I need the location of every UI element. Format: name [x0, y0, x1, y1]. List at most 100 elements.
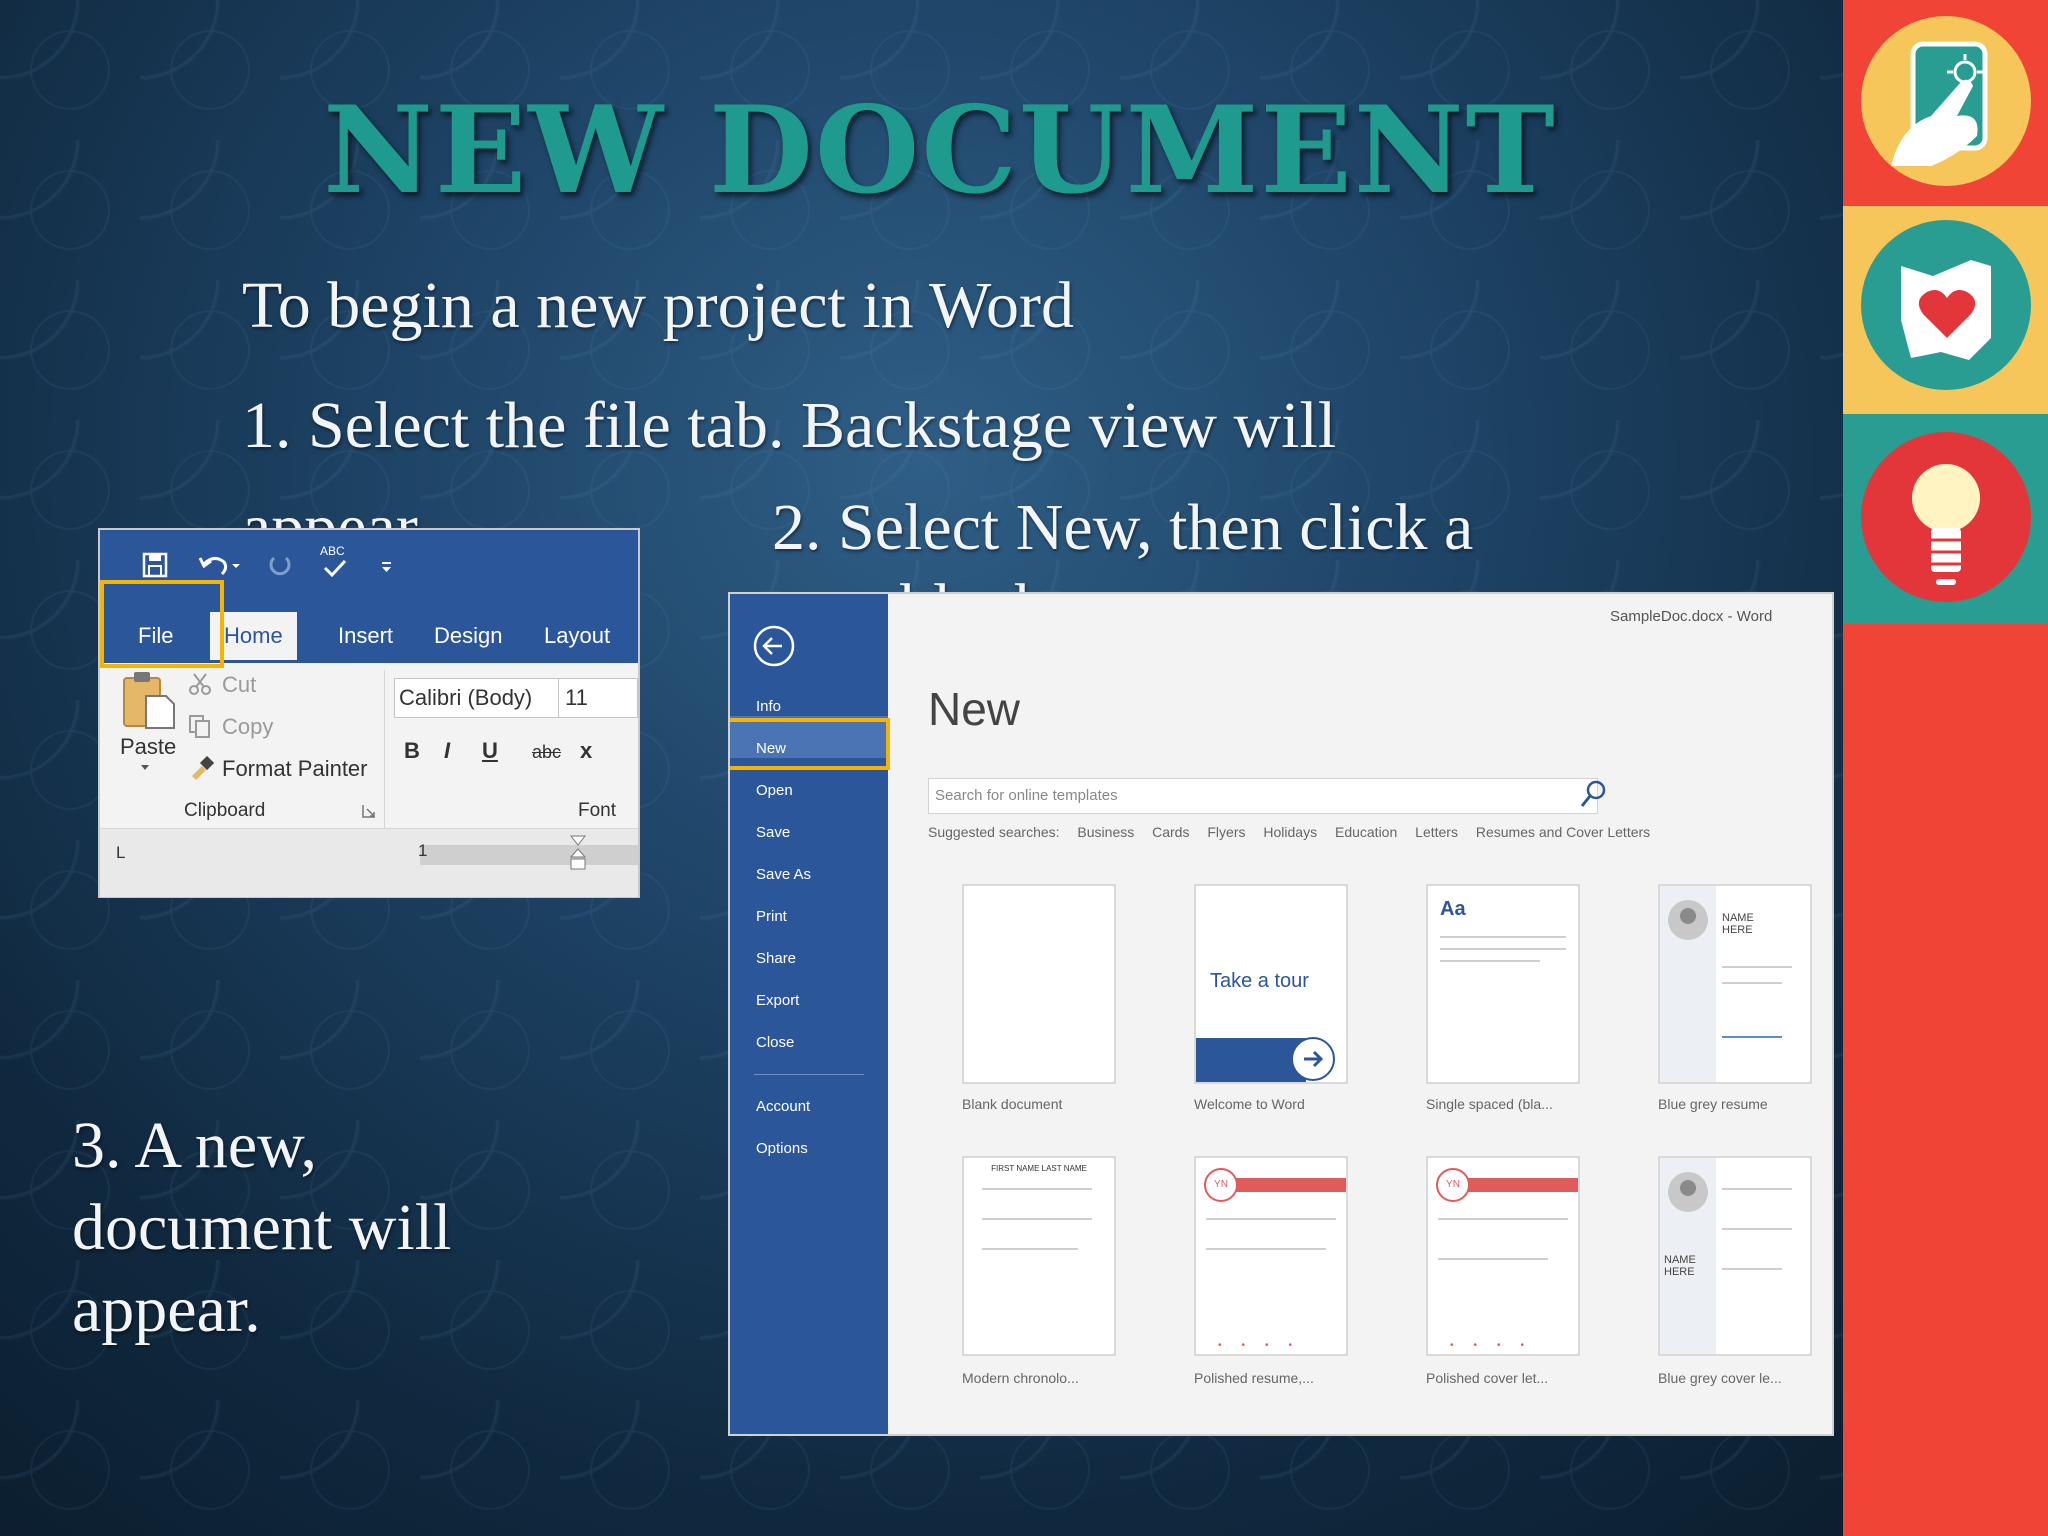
underline-button[interactable]: U: [482, 738, 498, 764]
back-arrow-icon[interactable]: [752, 624, 796, 668]
new-heading: New: [928, 683, 1021, 735]
template-polished-resume[interactable]: YN ••••: [1194, 1156, 1348, 1356]
menu-open[interactable]: Open: [756, 782, 793, 799]
step1-line1: 1. Select the file tab. Backstage view w…: [242, 389, 1337, 462]
avatar-photo: [1668, 900, 1708, 940]
tab-insert[interactable]: Insert: [338, 612, 393, 660]
step3-line3: appear.: [72, 1273, 261, 1346]
suggested-business[interactable]: Business: [1077, 824, 1134, 840]
dialog-launcher-icon[interactable]: [362, 804, 376, 818]
ruler[interactable]: [420, 845, 638, 865]
font-group-label: Font: [578, 800, 617, 821]
menu-info[interactable]: Info: [756, 698, 781, 715]
search-icon[interactable]: [1578, 778, 1610, 810]
suggested-education[interactable]: Education: [1335, 824, 1397, 840]
template-blue-grey-resume[interactable]: NAME HERE: [1658, 884, 1812, 1084]
text-line: [982, 1248, 1078, 1250]
suggested-flyers[interactable]: Flyers: [1207, 824, 1245, 840]
menu-account[interactable]: Account: [756, 1098, 810, 1115]
step2-line2-clip: blank: [900, 570, 1100, 592]
template-polished-cover-letter[interactable]: YN ••••: [1426, 1156, 1580, 1356]
intro-text: To begin a new project in Word: [242, 269, 1074, 342]
step1-line2: appear.: [242, 491, 431, 528]
paste-label[interactable]: Paste: [120, 734, 176, 760]
copy-icon[interactable]: [188, 714, 212, 738]
step3-line1: 3. A new,: [72, 1109, 318, 1182]
menu-print[interactable]: Print: [756, 908, 787, 925]
template-blue-grey-cover-letter[interactable]: NAME HERE: [1658, 1156, 1812, 1356]
bold-button[interactable]: B: [404, 738, 420, 764]
text-line: [1438, 1218, 1568, 1220]
text-line: [982, 1218, 1092, 1220]
template-caption: Single spaced (bla...: [1426, 1096, 1553, 1112]
suggested-resumes[interactable]: Resumes and Cover Letters: [1476, 824, 1650, 840]
bullet-dots: ••••: [1450, 1340, 1545, 1351]
group-divider: [384, 670, 385, 828]
suggested-cards[interactable]: Cards: [1152, 824, 1189, 840]
bullet-dots: ••••: [1218, 1340, 1313, 1351]
avatar-photo: [1668, 1172, 1708, 1212]
format-painter-label[interactable]: Format Painter: [222, 756, 368, 782]
ruler-area: L 1: [100, 828, 638, 897]
template-welcome[interactable]: Take a tour: [1194, 884, 1348, 1084]
template-single-spaced[interactable]: Aa: [1426, 884, 1580, 1084]
text-line: [1722, 1188, 1792, 1190]
customize-toolbar-icon[interactable]: [380, 560, 394, 574]
text-line: [1722, 982, 1782, 984]
first-last-name-text: FIRST NAME LAST NAME: [991, 1164, 1087, 1173]
italic-button[interactable]: I: [444, 738, 450, 764]
template-blank[interactable]: [962, 884, 1116, 1084]
search-placeholder: Search for online templates: [935, 787, 1118, 804]
suggested-holidays[interactable]: Holidays: [1263, 824, 1317, 840]
cut-icon[interactable]: [188, 672, 212, 696]
lightbulb-icon: [1861, 432, 2031, 602]
menu-share[interactable]: Share: [756, 950, 796, 967]
tab-design[interactable]: Design: [434, 612, 502, 660]
take-tour-text: Take a tour: [1210, 970, 1309, 992]
copy-label[interactable]: Copy: [222, 714, 273, 740]
template-search-input[interactable]: Search for online templates: [928, 778, 1598, 814]
tab-layout[interactable]: Layout: [544, 612, 610, 660]
font-size-box[interactable]: 11: [558, 678, 638, 718]
ohio-heart-icon: [1861, 220, 2031, 390]
word-backstage-screenshot: Info New Open Save Save As Print Share E…: [728, 592, 1834, 1436]
spelling-check-icon[interactable]: [322, 558, 348, 578]
step3-line2: document will: [72, 1191, 452, 1264]
text-line: [1440, 936, 1566, 938]
name-here-text: NAME HERE: [1722, 912, 1754, 936]
paste-dropdown-icon[interactable]: [140, 764, 150, 772]
arrow-right-icon: [1291, 1037, 1335, 1081]
paste-icon[interactable]: [122, 670, 178, 730]
menu-options[interactable]: Options: [756, 1140, 808, 1157]
text-line: [1722, 966, 1792, 968]
format-painter-icon[interactable]: [188, 756, 214, 780]
font-name-box[interactable]: Calibri (Body): [394, 678, 560, 718]
text-line: [1206, 1248, 1326, 1250]
template-caption: Polished resume,...: [1194, 1370, 1314, 1386]
red-banner: [1236, 1178, 1346, 1192]
template-modern-chronological[interactable]: FIRST NAME LAST NAME: [962, 1156, 1116, 1356]
suggested-letters[interactable]: Letters: [1415, 824, 1458, 840]
text-line: [982, 1188, 1092, 1190]
font-size-value: 11: [565, 685, 588, 710]
slide-title: NEW DOCUMENT: [323, 80, 1557, 221]
clipboard-group-label: Clipboard: [184, 800, 266, 821]
redo-icon[interactable]: [266, 552, 292, 578]
menu-save[interactable]: Save: [756, 824, 790, 841]
cut-label[interactable]: Cut: [222, 672, 256, 698]
suggested-label: Suggested searches:: [928, 824, 1060, 840]
menu-export[interactable]: Export: [756, 992, 799, 1009]
indent-marker-icon[interactable]: [570, 835, 586, 879]
save-icon[interactable]: [142, 552, 168, 578]
tablet-touch-icon: [1861, 16, 2031, 186]
menu-save-as[interactable]: Save As: [756, 866, 811, 883]
tab-stop-selector[interactable]: L: [116, 843, 125, 863]
strikethrough-button[interactable]: abc: [532, 742, 561, 763]
step1-line2-clip: appear.: [242, 490, 642, 528]
undo-icon[interactable]: [198, 552, 242, 578]
text-line: [1722, 1268, 1782, 1270]
menu-close[interactable]: Close: [756, 1034, 794, 1051]
aa-text: Aa: [1440, 898, 1466, 920]
subscript-button[interactable]: x: [580, 738, 592, 764]
text-line: [1438, 1258, 1548, 1260]
